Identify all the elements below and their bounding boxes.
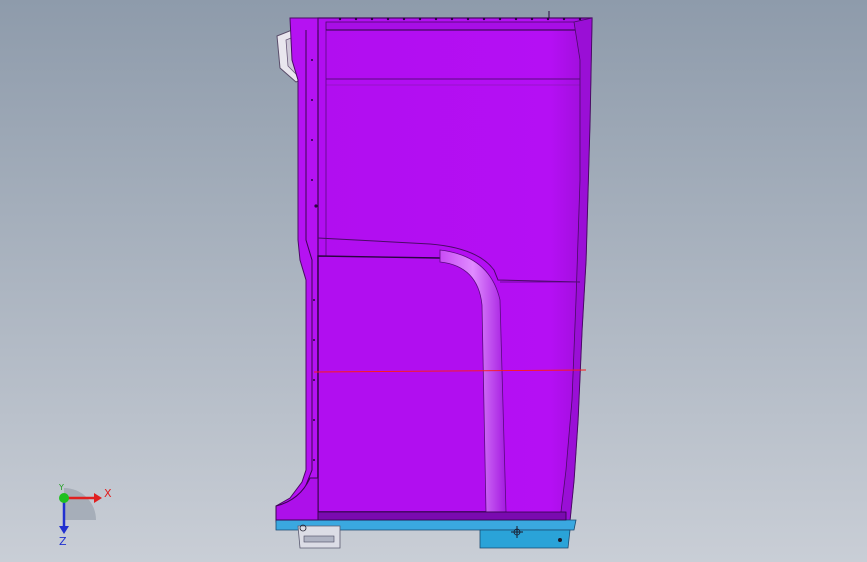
z-axis-label: Z xyxy=(59,535,67,548)
triad-shadow xyxy=(64,488,96,520)
x-axis-label: X xyxy=(104,487,112,500)
graphics-viewport[interactable]: X Z Y xyxy=(0,0,867,562)
bottom-foot-left-slot xyxy=(303,535,335,543)
axis-triad: X Z Y xyxy=(58,483,112,548)
cad-model-view[interactable] xyxy=(0,0,867,562)
z-axis-arrow xyxy=(59,526,69,534)
bottom-rail xyxy=(479,529,571,549)
y-axis-label: Y xyxy=(58,483,64,492)
bottom-inner-rail xyxy=(317,511,567,521)
cabinet-panel-model[interactable] xyxy=(275,11,593,549)
lower-raised-section xyxy=(317,255,489,513)
x-axis-arrow xyxy=(94,493,102,503)
bottom-hole-right xyxy=(558,538,562,542)
y-axis-dot xyxy=(59,493,69,503)
top-band xyxy=(325,21,589,31)
